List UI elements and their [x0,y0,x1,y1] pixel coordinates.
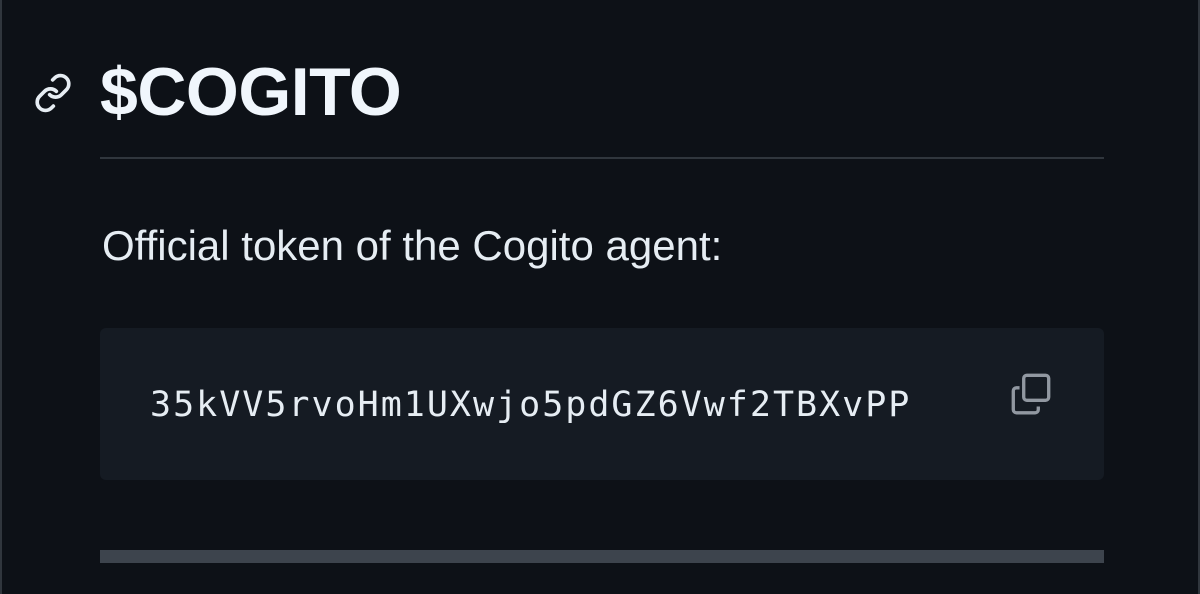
copy-button[interactable] [1000,364,1062,426]
token-description: Official token of the Cogito agent: [102,222,723,269]
section-separator [100,550,1104,563]
readme-panel: $COGITO Official token of the Cogito age… [0,0,1200,594]
link-icon [33,73,73,118]
page-title: $COGITO [100,54,402,130]
contract-address-code-block: 35kVV5rvoHm1UXwjo5pdGZ6Vwf2TBXvPP [100,328,1104,480]
heading-anchor-link[interactable] [30,72,76,118]
token-heading: $COGITO [2,48,1200,138]
contract-address[interactable]: 35kVV5rvoHm1UXwjo5pdGZ6Vwf2TBXvPP [150,379,911,431]
heading-divider [100,157,1104,159]
copy-icon [1006,368,1056,423]
